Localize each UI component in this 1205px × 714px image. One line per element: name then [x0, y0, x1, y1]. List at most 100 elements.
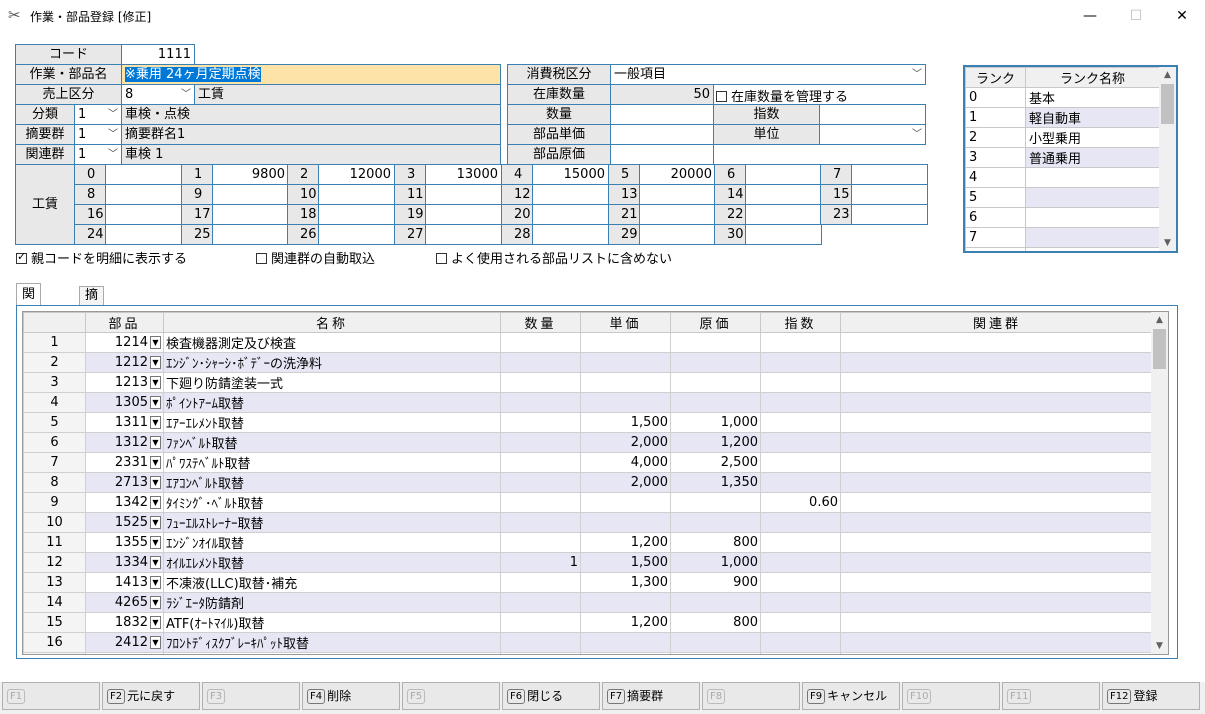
dropdown-icon[interactable]: ▼ — [150, 356, 161, 369]
minimize-button[interactable]: — — [1067, 0, 1113, 32]
scroll-thumb[interactable] — [1161, 84, 1174, 124]
rank-row[interactable]: 3 普通乗用 — [965, 147, 1160, 168]
wage-price-input[interactable]: 12000 — [318, 164, 395, 185]
dropdown-icon[interactable]: ▼ — [150, 636, 161, 649]
grid-part-code[interactable]: 1832 ▼ — [85, 612, 164, 633]
grid-unit-price[interactable] — [580, 332, 671, 353]
grid-part-code[interactable]: 2331 ▼ — [85, 452, 164, 473]
grid-column-header[interactable] — [23, 312, 86, 333]
wage-price-input[interactable] — [745, 224, 822, 245]
fkey-f7[interactable]: F7 摘要群 — [602, 682, 700, 710]
grid-name[interactable]: 検査機器測定及び検査 — [163, 332, 501, 353]
wage-price-input[interactable] — [745, 184, 822, 205]
rank-name[interactable] — [1025, 227, 1160, 248]
grid-unit-price[interactable] — [580, 512, 671, 533]
grid-index[interactable] — [760, 552, 841, 573]
wage-price-input[interactable]: 20000 — [639, 164, 716, 185]
class-select[interactable]: 1 ﹀ — [74, 104, 122, 125]
grid-cost[interactable] — [670, 512, 761, 533]
rank-name[interactable] — [1025, 207, 1160, 228]
wage-price-input[interactable] — [851, 204, 928, 225]
grid-related[interactable] — [840, 412, 1154, 433]
rank-row[interactable]: 4 — [965, 167, 1160, 188]
grid-index[interactable] — [760, 332, 841, 353]
dropdown-icon[interactable]: ▼ — [150, 476, 161, 489]
table-row[interactable]: 6 1312 ▼ ﾌｧﾝﾍﾞﾙﾄ取替 2,000 1,200 — [23, 432, 1154, 453]
grid-name[interactable]: 不凍液(LLC)取替･補充 — [163, 572, 501, 593]
wage-price-input[interactable] — [532, 184, 609, 205]
grid-index[interactable] — [760, 392, 841, 413]
grid-unit-price[interactable] — [580, 652, 671, 654]
tax-select[interactable]: 一般項目 ﹀ — [610, 64, 926, 85]
fkey-f9[interactable]: F9 キャンセル — [802, 682, 900, 710]
grid-qty[interactable] — [500, 612, 581, 633]
table-row[interactable]: 13 1413 ▼ 不凍液(LLC)取替･補充 1,300 900 — [23, 572, 1154, 593]
grid-cost[interactable]: 800 — [670, 532, 761, 553]
grid-cost[interactable]: 900 — [670, 572, 761, 593]
wage-price-input[interactable] — [105, 204, 182, 225]
scroll-thumb[interactable] — [1153, 329, 1166, 369]
grid-part-code[interactable]: 1311 ▼ — [85, 412, 164, 433]
dropdown-icon[interactable]: ▼ — [150, 496, 161, 509]
rank-row[interactable]: 0 基本 — [965, 87, 1160, 108]
parts-grid[interactable]: 部品 名称 数量 単価 原価 指数 関連群 1 1214 ▼ 検査機器測定及び検査 2 1212 ▼ ｴﾝ… — [22, 311, 1169, 655]
wage-price-input[interactable] — [639, 224, 716, 245]
grid-part-code[interactable]: 2713 ▼ — [85, 472, 164, 493]
grid-related[interactable] — [840, 572, 1154, 593]
grid-scrollbar[interactable]: ▲ ▼ — [1151, 312, 1168, 654]
table-row[interactable]: 4 1305 ▼ ﾎﾟｲﾝﾄｱｰﾑ取替 — [23, 392, 1154, 413]
scroll-down-icon[interactable]: ▼ — [1159, 235, 1176, 251]
dropdown-icon[interactable]: ▼ — [150, 336, 161, 349]
wage-price-input[interactable] — [105, 184, 182, 205]
wage-price-input[interactable] — [639, 184, 716, 205]
rank-name[interactable]: 軽自動車 — [1025, 107, 1160, 128]
scroll-up-icon[interactable]: ▲ — [1151, 312, 1168, 328]
grid-name[interactable]: ﾊﾟﾜｽﾃﾍﾞﾙﾄ取替 — [163, 452, 501, 473]
grid-name[interactable]: ﾀｲﾐﾝｸﾞ･ﾍﾞﾙﾄ取替 — [163, 492, 501, 513]
grid-index[interactable] — [760, 432, 841, 453]
grid-column-header[interactable]: 数量 — [500, 312, 581, 333]
grid-name[interactable]: ﾃﾞｨｽｸﾌﾞﾚｰｷｷｬﾘﾊﾟAssy脱着O/H — [163, 652, 501, 654]
rank-row[interactable]: 5 — [965, 187, 1160, 208]
grid-name[interactable]: ｴﾝｼﾞﾝ･ｼｬｰｼ･ﾎﾞﾃﾞｰの洗浄料 — [163, 352, 501, 373]
grid-qty[interactable] — [500, 592, 581, 613]
grid-name[interactable]: ﾎﾟｲﾝﾄｱｰﾑ取替 — [163, 392, 501, 413]
grid-qty[interactable] — [500, 472, 581, 493]
scroll-up-icon[interactable]: ▲ — [1159, 67, 1176, 83]
wage-price-input[interactable] — [318, 184, 395, 205]
wage-price-input[interactable] — [105, 164, 182, 185]
grid-related[interactable] — [840, 392, 1154, 413]
dropdown-icon[interactable]: ▼ — [150, 396, 161, 409]
wage-price-input[interactable] — [425, 204, 502, 225]
grid-part-code[interactable]: 1355 ▼ — [85, 532, 164, 553]
code-input[interactable]: 1111 — [121, 44, 195, 65]
grid-index[interactable] — [760, 612, 841, 633]
rank-name[interactable]: 基本 — [1025, 87, 1160, 108]
wage-price-input[interactable] — [425, 184, 502, 205]
table-row[interactable]: 16 2412 ▼ ﾌﾛﾝﾄﾃﾞｨｽｸﾌﾞﾚｰｷﾊﾟｯﾄ取替 — [23, 632, 1154, 653]
grid-qty[interactable]: 1 — [500, 552, 581, 573]
grid-cost[interactable]: 2,500 — [670, 452, 761, 473]
dropdown-icon[interactable]: ▼ — [150, 516, 161, 529]
wage-price-input[interactable] — [851, 184, 928, 205]
dropdown-icon[interactable]: ▼ — [150, 536, 161, 549]
index-input[interactable] — [819, 104, 926, 125]
grid-column-header[interactable]: 部品 — [85, 312, 164, 333]
grid-column-header[interactable]: 原価 — [670, 312, 761, 333]
grid-qty[interactable] — [500, 492, 581, 513]
maximize-button[interactable]: ☐ — [1113, 0, 1159, 32]
grid-part-code[interactable]: 4265 ▼ — [85, 592, 164, 613]
rank-name[interactable] — [1025, 247, 1160, 251]
grid-part-code[interactable]: 1213 ▼ — [85, 372, 164, 393]
grid-column-header[interactable]: 名称 — [163, 312, 501, 333]
qty-input[interactable] — [610, 104, 714, 125]
grid-name[interactable]: ｴｱｺﾝﾍﾞﾙﾄ取替 — [163, 472, 501, 493]
grid-qty[interactable] — [500, 512, 581, 533]
wage-price-input[interactable] — [532, 224, 609, 245]
grid-index[interactable] — [760, 352, 841, 373]
grid-index[interactable] — [760, 512, 841, 533]
table-row[interactable]: 15 1832 ▼ ATF(ｵｰﾄﾏｲﾙ)取替 1,200 800 — [23, 612, 1154, 633]
grid-cost[interactable] — [670, 652, 761, 654]
fkey-f4[interactable]: F4 削除 — [302, 682, 400, 710]
grid-part-code[interactable]: 1525 ▼ — [85, 512, 164, 533]
